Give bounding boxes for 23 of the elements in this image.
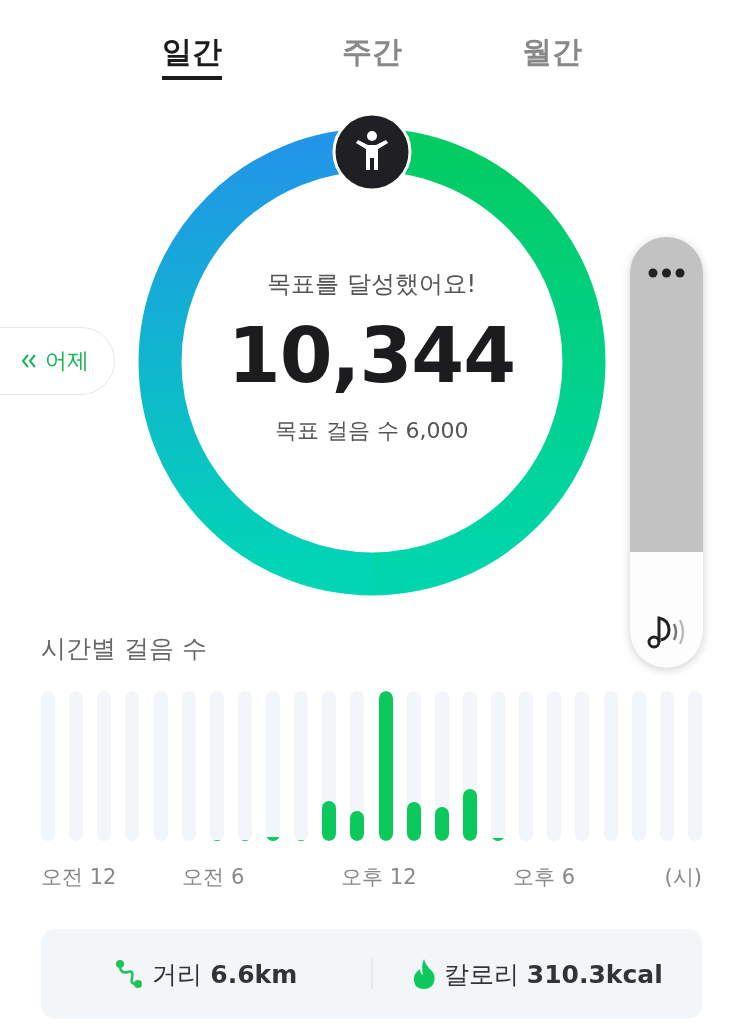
volume-level[interactable] (630, 551, 703, 668)
more-icon[interactable] (648, 268, 685, 278)
axis-label: 오전 6 (182, 864, 245, 891)
step-count: 10,344 (227, 318, 516, 394)
stat-value: 310.3kcal (526, 959, 663, 989)
stat-label: 칼로리 (443, 958, 519, 991)
period-tab[interactable]: 주간 (281, 34, 462, 80)
goal-target: 목표 걸음 수 6,000 (274, 417, 469, 445)
chart-title: 시간별 걸음 수 (41, 633, 207, 665)
person-icon (331, 112, 412, 192)
stat-label: 거리 (152, 958, 203, 991)
chevrons-left-icon (20, 354, 37, 368)
period-tab[interactable]: 일간 (101, 34, 282, 80)
axis-label: 오후 12 (341, 864, 417, 891)
route-icon (114, 958, 145, 990)
period-tab[interactable]: 월간 (461, 34, 642, 80)
axis-label: 오후 6 (513, 864, 576, 891)
flame-icon (411, 958, 436, 990)
stat-value: 6.6km (210, 959, 298, 989)
goal-status: 목표를 달성했어요! (266, 269, 477, 300)
yesterday-button[interactable]: 어제 (0, 327, 115, 395)
axis-label: 오전 12 (41, 864, 117, 891)
axis-label: (시) (664, 864, 702, 891)
